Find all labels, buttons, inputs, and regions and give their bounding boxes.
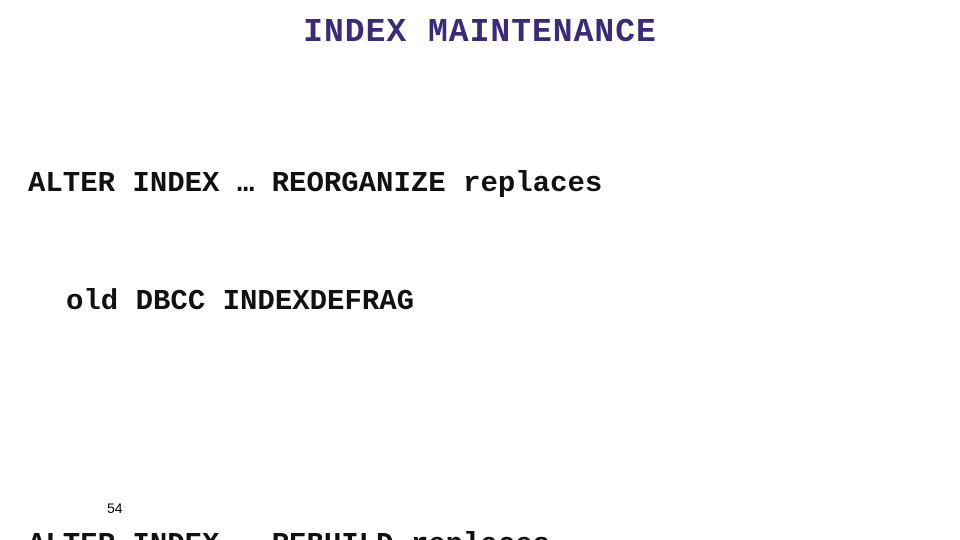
slide-title: INDEX MAINTENANCE xyxy=(28,14,932,51)
paragraph-2-line-1: ALTER INDEX … REBUILD replaces xyxy=(28,525,932,540)
slide: INDEX MAINTENANCE ALTER INDEX … REORGANI… xyxy=(0,0,960,540)
paragraph-1-line-2: old DBCC INDEXDEFRAG xyxy=(28,282,932,321)
paragraph-2: ALTER INDEX … REBUILD replaces old DBCC … xyxy=(28,447,932,540)
paragraph-1: ALTER INDEX … REORGANIZE replaces old DB… xyxy=(28,85,932,401)
paragraph-1-line-1: ALTER INDEX … REORGANIZE replaces xyxy=(28,164,932,203)
page-number: 54 xyxy=(107,500,123,516)
